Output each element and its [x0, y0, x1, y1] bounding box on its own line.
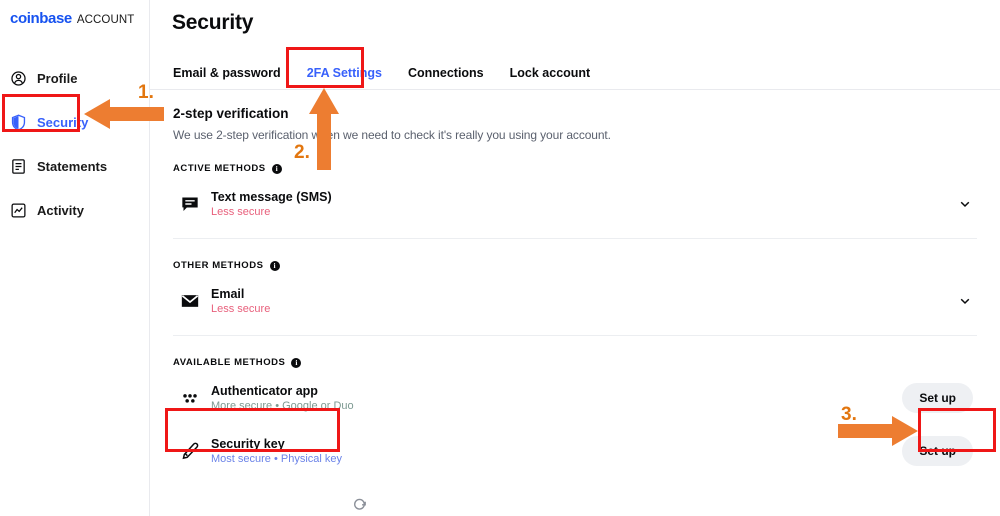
method-subtitle: More secure • Google or Duo: [211, 399, 354, 412]
tab-lock-account[interactable]: Lock account: [510, 66, 591, 80]
group-label: AVAILABLE METHODS: [173, 357, 286, 368]
message-bubble-icon: [180, 194, 200, 214]
brand-suffix: ACCOUNT: [76, 14, 135, 26]
sidebar-item-statements[interactable]: Statements: [0, 151, 149, 181]
group-label: OTHER METHODS: [173, 260, 264, 271]
method-name: Security key: [211, 436, 285, 451]
user-circle-icon: [10, 70, 27, 87]
info-icon[interactable]: i: [291, 357, 302, 368]
method-row-sms[interactable]: Text message (SMS) Less secure: [173, 180, 977, 227]
sidebar-item-profile[interactable]: Profile: [0, 63, 149, 93]
method-row-security-key[interactable]: Security key Most secure • Physical key …: [173, 427, 977, 474]
method-name: Authenticator app: [211, 383, 318, 398]
info-icon[interactable]: i: [271, 163, 282, 174]
key-icon: [180, 441, 200, 461]
main-panel: Security Email & password 2FA Settings C…: [150, 0, 1000, 516]
tab-connections[interactable]: Connections: [408, 66, 484, 80]
info-icon[interactable]: i: [269, 260, 280, 271]
sidebar-item-security[interactable]: Security: [0, 107, 149, 137]
method-text: Security key Most secure • Physical key: [211, 437, 342, 465]
method-row-email[interactable]: Email Less secure: [173, 277, 977, 324]
method-text: Email Less secure: [211, 287, 270, 315]
envelope-icon: [180, 291, 200, 311]
activity-chart-icon: [10, 202, 27, 219]
divider: [173, 238, 977, 239]
method-row-authenticator-app[interactable]: Authenticator app More secure • Google o…: [173, 374, 977, 421]
sidebar-item-label: Profile: [37, 70, 78, 86]
method-text: Authenticator app More secure • Google o…: [211, 384, 354, 412]
authenticator-setup-button[interactable]: Set up: [902, 382, 973, 413]
section-description: We use 2-step verification when we need …: [173, 128, 611, 142]
divider: [173, 335, 977, 336]
shield-icon: [10, 113, 27, 131]
content-area: 2-step verification We use 2-step verifi…: [150, 90, 1000, 474]
sidebar-nav: Profile Security Statements Activity: [0, 63, 149, 225]
group-label: ACTIVE METHODS: [173, 163, 266, 174]
group-header-active-methods: ACTIVE METHODS i: [173, 163, 977, 174]
chevron-down-icon[interactable]: [958, 294, 972, 308]
page-title: Security: [172, 11, 254, 34]
method-text: Text message (SMS) Less secure: [211, 190, 332, 218]
security-key-setup-button[interactable]: Set up: [902, 435, 973, 466]
sidebar-item-label: Activity: [37, 202, 84, 218]
chevron-down-icon[interactable]: [958, 197, 972, 211]
brand-logo[interactable]: coinbase ACCOUNT: [0, 0, 149, 27]
brand-name: coinbase: [10, 10, 72, 27]
dots-grid-icon: [180, 388, 200, 408]
tab-email-password[interactable]: Email & password: [173, 66, 281, 80]
tab-2fa-settings[interactable]: 2FA Settings: [307, 66, 382, 80]
method-name: Text message (SMS): [211, 189, 332, 204]
method-name: Email: [211, 286, 245, 301]
document-icon: [10, 158, 27, 175]
group-header-other-methods: OTHER METHODS i: [173, 260, 977, 271]
method-subtitle: Less secure: [211, 302, 271, 315]
tab-bar: Email & password 2FA Settings Connection…: [150, 56, 1000, 90]
sidebar-item-label: Security: [37, 114, 89, 130]
sidebar-item-label: Statements: [37, 158, 108, 174]
sidebar-item-activity[interactable]: Activity: [0, 195, 149, 225]
group-header-available-methods: AVAILABLE METHODS i: [173, 357, 977, 368]
section-title: 2-step verification: [173, 106, 289, 121]
sidebar: coinbase ACCOUNT Profile Security Statem…: [0, 0, 150, 516]
method-subtitle: Most secure • Physical key: [211, 452, 343, 465]
app-root: coinbase ACCOUNT Profile Security Statem…: [0, 0, 1000, 516]
method-subtitle: Less secure: [211, 205, 271, 218]
